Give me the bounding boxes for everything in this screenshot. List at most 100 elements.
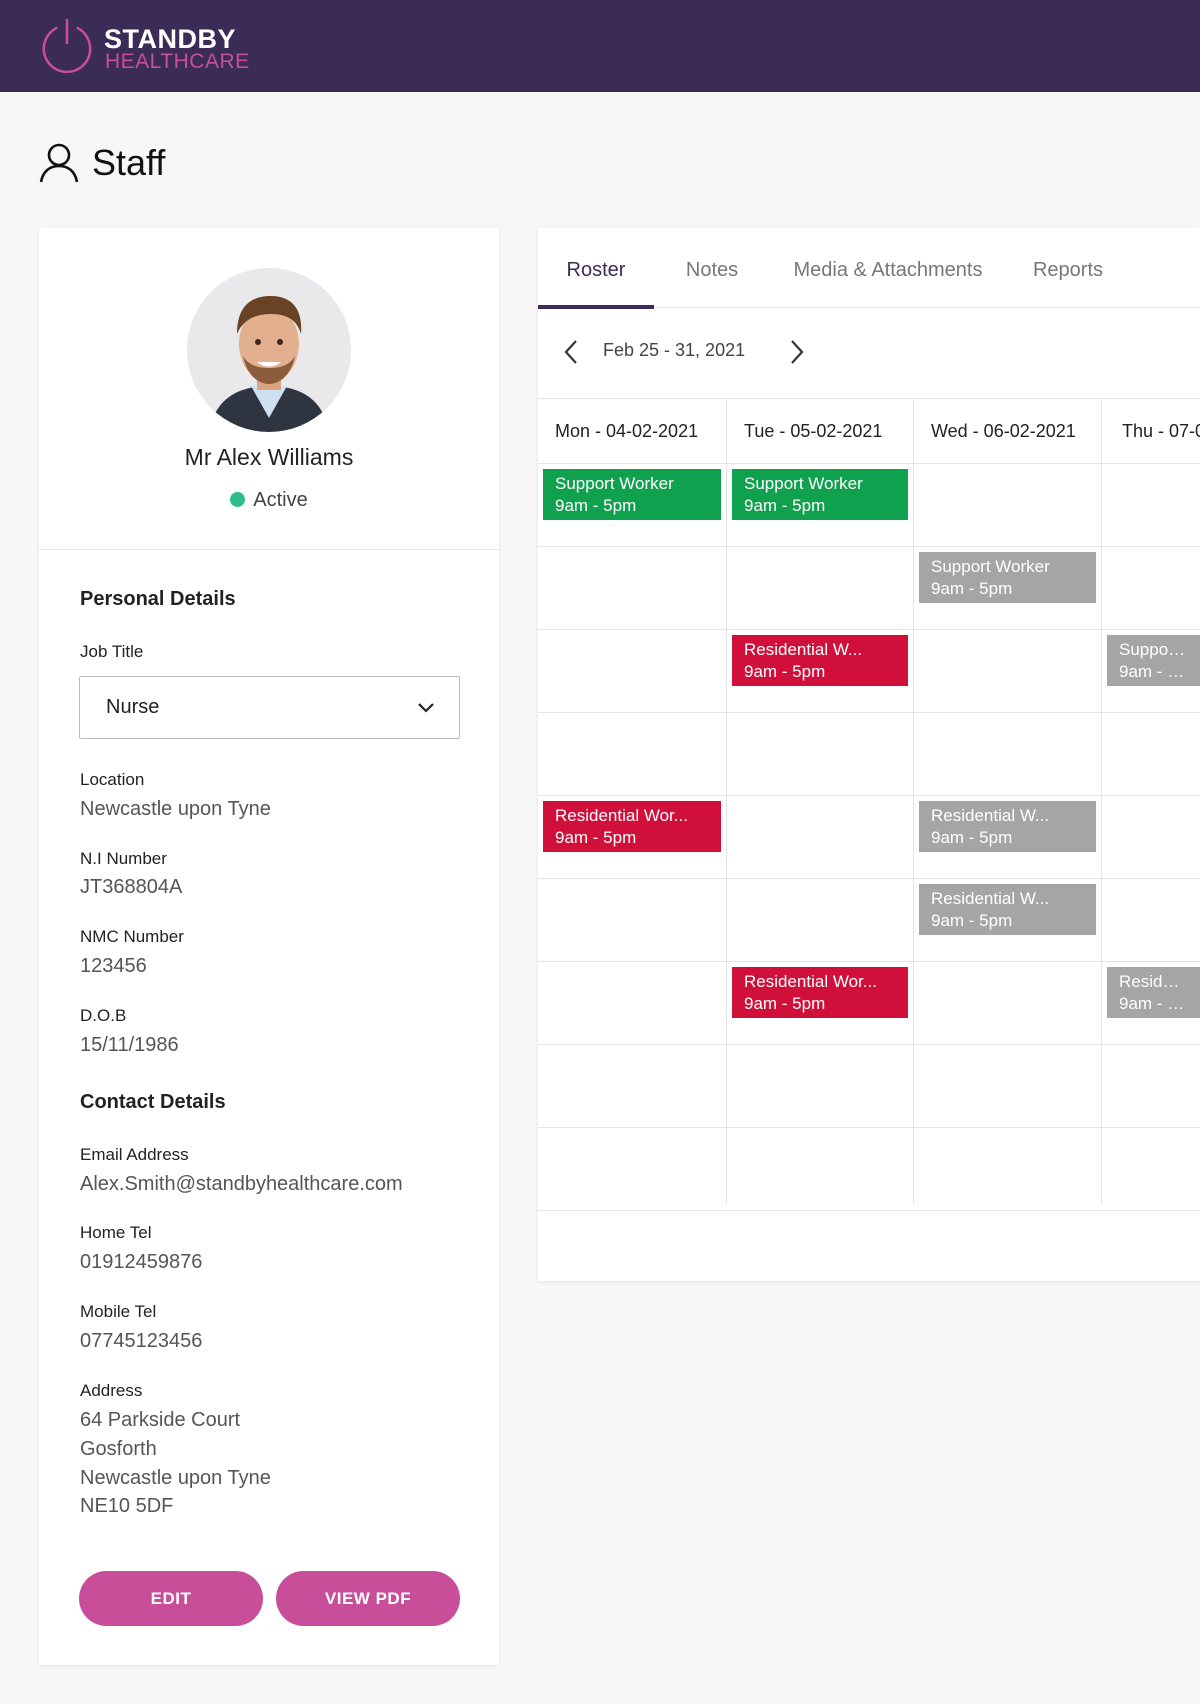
job-title-select[interactable]: Nurse (79, 676, 460, 739)
grid-row-divider (538, 1044, 1200, 1045)
view-pdf-button[interactable]: VIEW PDF (276, 1571, 460, 1626)
shift-role: Residential W... (744, 640, 863, 659)
shift-role: Support Worker (931, 557, 1050, 576)
shift-role: Support Worker (744, 474, 863, 493)
grid-column-divider (726, 399, 727, 1204)
shift-block[interactable]: Residential Wor... 9am - 5pm (732, 967, 908, 1018)
shift-time: 9am - 5pm (744, 662, 826, 681)
grid-row-divider (538, 629, 1200, 630)
shift-time: 9am - 5pm (931, 828, 1013, 847)
status-text: Active (253, 489, 308, 511)
grid-column-divider (1101, 399, 1102, 1204)
shift-time: 9am - 5pm (744, 994, 826, 1013)
mobile-tel-label: Mobile Tel (80, 1302, 157, 1321)
address-line-1: 64 Parkside Court (80, 1409, 241, 1431)
address-line-4: NE10 5DF (80, 1495, 174, 1517)
tab-reports[interactable]: Reports (1006, 228, 1130, 308)
dob-label: D.O.B (80, 1006, 127, 1025)
location-label: Location (80, 770, 145, 789)
staff-profile-card: Mr Alex Williams Active Personal Details… (39, 228, 499, 1665)
shift-block[interactable]: Residential W... 9am - 5pm (919, 801, 1096, 852)
avatar (187, 268, 351, 432)
grid-row-divider (538, 712, 1200, 713)
shift-time: 9am - 5pm (931, 579, 1013, 598)
shift-block[interactable]: Support Worker 9am - 5pm (543, 469, 721, 520)
shift-block[interactable]: Residential Wor... 9am - 5pm (543, 801, 721, 852)
chevron-right-icon[interactable] (782, 338, 810, 366)
grid-row-divider (538, 795, 1200, 796)
address-line-3: Newcastle upon Tyne (80, 1467, 271, 1489)
shift-time: 9am - 5pm (931, 911, 1013, 930)
chevron-down-icon (418, 703, 434, 713)
grid-row-divider (538, 463, 1200, 464)
email-label: Email Address (80, 1145, 189, 1164)
email-value[interactable]: Alex.Smith@standbyhealthcare.com (80, 1173, 403, 1196)
shift-time: 9am - 5pm (555, 828, 637, 847)
tab-bar: Roster Notes Media & Attachments Reports (538, 228, 1200, 309)
tab-roster[interactable]: Roster (538, 228, 654, 309)
shift-block[interactable]: Residential Worker 9am - 5pm (1107, 967, 1200, 1018)
page-title-text: Staff (92, 142, 166, 183)
shift-role: Support Worker (1119, 640, 1188, 659)
grid-row-divider (538, 1127, 1200, 1128)
day-header-tue: Tue - 05-02-2021 (744, 421, 883, 441)
location-value: Newcastle upon Tyne (80, 798, 271, 820)
job-title-value: Nurse (106, 696, 160, 718)
avatar-photo (187, 268, 351, 432)
shift-block[interactable]: Support Worker 9am - 5pm (1107, 635, 1200, 686)
day-header-wed: Wed - 06-02-2021 (931, 421, 1076, 441)
brand-name-line2: HEALTHCARE (105, 50, 250, 73)
address-line-2: Gosforth (80, 1438, 157, 1460)
chevron-left-icon[interactable] (558, 338, 586, 366)
shift-role: Residential Wor... (555, 806, 688, 825)
top-bar: STANDBY HEALTHCARE (0, 0, 1200, 92)
shift-block[interactable]: Support Worker 9am - 5pm (919, 552, 1096, 603)
grid-row-divider (538, 878, 1200, 879)
home-tel-label: Home Tel (80, 1223, 152, 1242)
grid-column-divider (913, 399, 914, 1204)
day-header-thu: Thu - 07-02-2021 (1122, 421, 1200, 441)
edit-button[interactable]: EDIT (79, 1571, 263, 1626)
shift-time: 9am - 5pm (1119, 662, 1188, 681)
shift-role: Residential W... (931, 806, 1050, 825)
shift-time: 9am - 5pm (555, 496, 637, 515)
brand-logo[interactable]: STANDBY HEALTHCARE (38, 16, 298, 76)
job-title-label: Job Title (80, 642, 144, 661)
roster-grid: Mon - 04-02-2021 Tue - 05-02-2021 Wed - … (538, 399, 1200, 1211)
grid-row-divider (538, 961, 1200, 962)
home-tel-value: 01912459876 (80, 1251, 203, 1273)
roster-panel: Roster Notes Media & Attachments Reports… (538, 228, 1200, 1281)
ni-number-value: JT368804A (80, 876, 183, 898)
day-header-mon: Mon - 04-02-2021 (555, 421, 699, 441)
nmc-number-label: NMC Number (80, 927, 184, 946)
dob-value: 15/11/1986 (80, 1034, 179, 1056)
shift-role: Support Worker (555, 474, 674, 493)
ni-number-label: N.I Number (80, 849, 167, 868)
shift-block[interactable]: Residential W... 9am - 5pm (732, 635, 908, 686)
nmc-number-value: 123456 (80, 955, 147, 977)
power-icon (42, 18, 92, 74)
divider (39, 549, 499, 550)
shift-time: 9am - 5pm (744, 496, 826, 515)
page-title: Staff (38, 140, 165, 186)
person-icon (39, 143, 79, 183)
shift-role: Residential Wor... (744, 972, 877, 991)
personal-details-heading: Personal Details (80, 588, 236, 610)
date-range-label: Feb 25 - 31, 2021 (603, 340, 746, 360)
date-navigator: Feb 25 - 31, 2021 (538, 308, 1200, 399)
shift-block[interactable]: Residential W... 9am - 5pm (919, 884, 1096, 935)
tab-notes[interactable]: Notes (654, 228, 770, 308)
shift-time: 9am - 5pm (1119, 994, 1188, 1013)
grid-row-divider (538, 546, 1200, 547)
staff-name: Mr Alex Williams (184, 444, 354, 470)
mobile-tel-value: 07745123456 (80, 1330, 203, 1352)
status-badge: Active (39, 489, 499, 512)
status-dot-icon (230, 492, 246, 507)
tab-media-attachments[interactable]: Media & Attachments (770, 228, 1006, 308)
shift-role: Residential W... (931, 889, 1050, 908)
contact-details-heading: Contact Details (80, 1091, 226, 1113)
shift-block[interactable]: Support Worker 9am - 5pm (732, 469, 908, 520)
grid-row-divider (538, 1210, 1200, 1211)
shift-role: Residential Worker (1119, 972, 1188, 991)
address-label: Address (80, 1381, 143, 1400)
